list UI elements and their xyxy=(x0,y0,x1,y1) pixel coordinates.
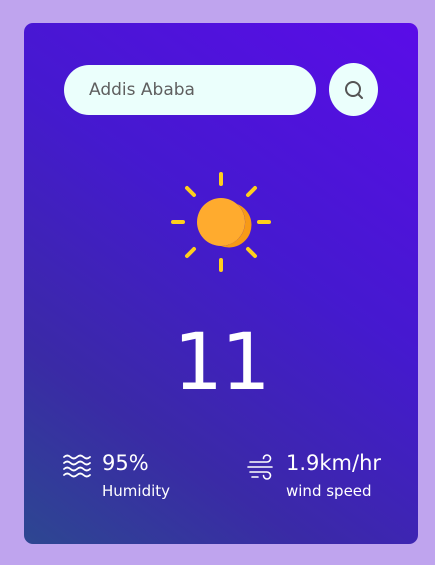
temperature-value: 11 xyxy=(173,318,270,408)
wind-speed-label: wind speed xyxy=(286,482,372,500)
weather-card: 11 95% Humidity 1.9km/hr wind speed xyxy=(24,23,418,544)
humidity-value: 95% xyxy=(102,451,149,475)
search-button[interactable] xyxy=(329,63,378,116)
search-icon xyxy=(344,80,363,99)
wind-speed-value: 1.9km/hr xyxy=(286,451,382,475)
waves-icon xyxy=(63,454,91,478)
humidity-label: Humidity xyxy=(102,482,171,500)
city-search-input[interactable] xyxy=(64,65,316,115)
sun-icon xyxy=(171,172,271,272)
wind-icon xyxy=(247,454,273,480)
